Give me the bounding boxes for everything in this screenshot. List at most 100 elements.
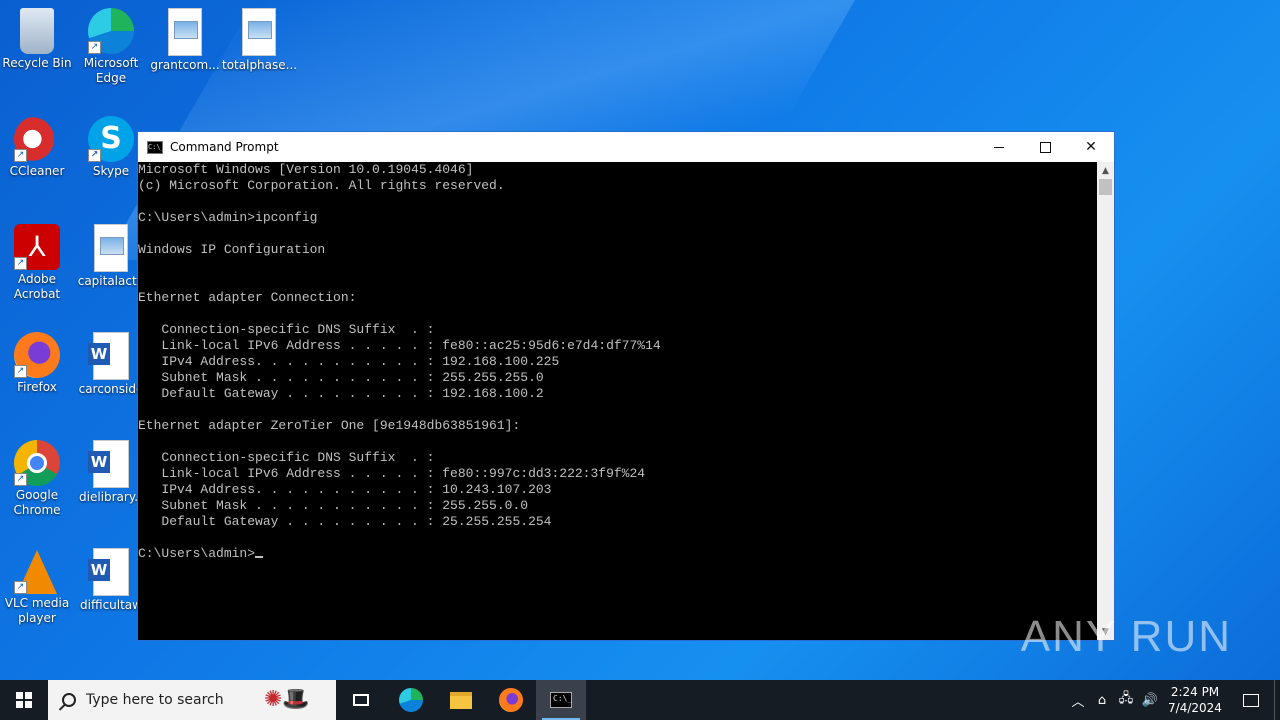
scroll-up-arrow-icon[interactable]: ▲ [1097,162,1114,179]
search-placeholder: Type here to search [86,692,224,708]
desktop-icon-firefox[interactable]: ↗ Firefox [0,326,74,395]
start-button[interactable] [0,680,48,720]
console-line: C:\Users\admin> [138,546,1097,562]
windows-logo-icon [16,692,32,708]
desktop-icon-label: Adobe Acrobat [13,272,61,301]
command-prompt-window[interactable]: C:\_ Command Prompt ✕ Microsoft Windows … [137,131,1115,641]
minimize-icon [994,146,1004,148]
vlc-icon: ↗ [14,548,60,594]
console-line: Default Gateway . . . . . . . . . : 25.2… [138,514,552,529]
console-line: Ethernet adapter Connection: [138,290,357,305]
anyrun-watermark: ANY RUN [1020,612,1232,661]
window-title: Command Prompt [170,140,279,154]
task-view-icon [353,694,369,706]
volume-icon[interactable]: 🔊 [1138,680,1162,720]
taskbar-edge[interactable] [386,680,436,720]
console-output[interactable]: Microsoft Windows [Version 10.0.19045.40… [138,162,1097,640]
console-line: Link-local IPv6 Address . . . . . : fe80… [138,338,661,353]
ccleaner-icon: ↗ [14,116,60,162]
desktop-icon-label: Microsoft Edge [83,56,139,85]
clock-date: 7/4/2024 [1168,701,1222,715]
cmd-icon: C:\_ [550,692,572,708]
action-center-button[interactable] [1228,680,1274,720]
word-document-icon [88,548,129,596]
image-file-icon [168,8,202,56]
recycle-bin-icon [20,8,54,54]
clock-time: 2:24 PM [1170,685,1220,699]
close-icon: ✕ [1085,139,1097,155]
console-line: IPv4 Address. . . . . . . . . . . : 192.… [138,354,560,369]
desktop-icon-edge[interactable]: ↗ Microsoft Edge [74,2,148,86]
console-line: C:\Users\admin>ipconfig [138,210,318,225]
desktop-icon-ccleaner[interactable]: ↗ CCleaner [0,110,74,179]
search-highlight-art-icon: ✺🎩 [264,687,310,712]
taskbar: Type here to search ✺🎩 C:\_ ︿ ⌂ 🖧 🔊 2:24… [0,680,1280,720]
console-line: Ethernet adapter ZeroTier One [9e1948db6… [138,418,521,433]
desktop-icon-label: grantcom... [150,58,220,72]
window-titlebar[interactable]: C:\_ Command Prompt ✕ [138,132,1114,162]
taskbar-file-explorer[interactable] [436,680,486,720]
console-line: Connection-specific DNS Suffix . : [138,450,435,465]
desktop-icon-grantcom[interactable]: grantcom... [148,2,222,73]
console-line: Windows IP Configuration [138,242,326,257]
cmd-app-icon: C:\_ [147,140,165,154]
network-icon[interactable]: 🖧 [1114,680,1138,720]
desktop-icon-acrobat[interactable]: ↗ Adobe Acrobat [0,218,74,302]
image-file-icon [94,224,128,272]
taskbar-firefox[interactable] [486,680,536,720]
desktop-icon-label: VLC media player [4,596,70,625]
console-line: Default Gateway . . . . . . . . . : 192.… [138,386,544,401]
taskbar-clock[interactable]: 2:24 PM 7/4/2024 [1162,684,1228,716]
taskbar-search-box[interactable]: Type here to search ✺🎩 [48,680,336,720]
maximize-button[interactable] [1022,132,1068,162]
edge-icon [399,688,423,712]
word-document-icon [88,440,129,488]
text-cursor [255,556,264,558]
desktop-icon-recycle-bin[interactable]: Recycle Bin [0,2,74,71]
minimize-button[interactable] [976,132,1022,162]
firefox-icon [499,688,523,712]
system-tray: ︿ ⌂ 🖧 🔊 2:24 PM 7/4/2024 [1066,680,1280,720]
task-view-button[interactable] [336,680,386,720]
chrome-icon: ↗ [14,440,60,486]
console-line: Link-local IPv6 Address . . . . . : fe80… [138,466,646,481]
scroll-thumb[interactable] [1099,179,1112,195]
image-file-icon [242,8,276,56]
desktop-icon-label: Google Chrome [13,488,61,517]
console-line: Microsoft Windows [Version 10.0.19045.40… [138,162,474,177]
console-line: IPv4 Address. . . . . . . . . . . : 10.2… [138,482,552,497]
desktop-icon-label: CCleaner [9,164,65,178]
notification-icon [1243,693,1259,707]
desktop-icon-label: Firefox [17,380,57,394]
edge-icon: ↗ [88,8,134,54]
show-hidden-icons-chevron-icon[interactable]: ︿ [1066,680,1090,720]
desktop-icon-label: Recycle Bin [2,56,72,70]
show-desktop-button[interactable] [1274,680,1280,720]
acrobat-icon: ↗ [14,224,60,270]
console-line: Connection-specific DNS Suffix . : [138,322,435,337]
console-line: Subnet Mask . . . . . . . . . . . : 255.… [138,370,544,385]
desktop-icon-label: totalphase... [222,58,296,72]
desktop-icon-chrome[interactable]: ↗ Google Chrome [0,434,74,518]
console-line: Subnet Mask . . . . . . . . . . . : 255.… [138,498,529,513]
console-line: (c) Microsoft Corporation. All rights re… [138,178,505,193]
maximize-icon [1039,141,1051,153]
tray-app-icon[interactable]: ⌂ [1090,680,1114,720]
close-button[interactable]: ✕ [1068,132,1114,162]
search-icon [62,693,76,707]
folder-icon [450,691,472,709]
desktop-icon-vlc[interactable]: ↗ VLC media player [0,542,74,626]
desktop-icon-totalphase[interactable]: totalphase... [222,2,296,73]
word-document-icon [88,332,129,380]
vertical-scrollbar[interactable]: ▲ ▼ [1097,162,1114,640]
taskbar-command-prompt[interactable]: C:\_ [536,680,586,720]
firefox-icon: ↗ [14,332,60,378]
